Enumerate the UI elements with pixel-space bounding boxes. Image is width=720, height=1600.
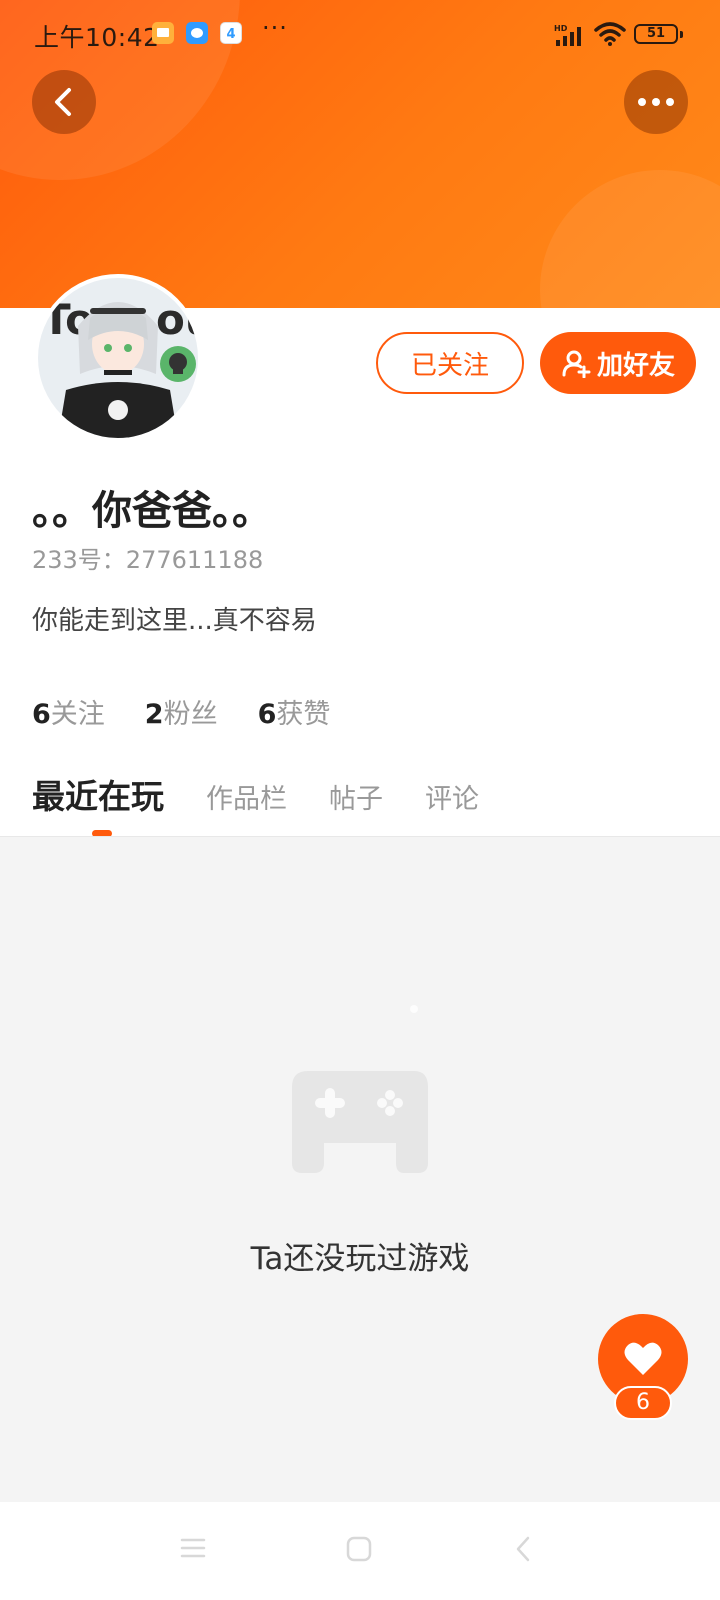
tab-recently-played[interactable]: 最近在玩 [32, 770, 164, 818]
gamepad-icon [292, 1005, 428, 1173]
stat-likes[interactable]: 6获赞 [258, 692, 331, 731]
back-button[interactable] [32, 70, 96, 134]
messages-icon [186, 22, 208, 44]
profile-tabs: 最近在玩 作品栏 帖子 评论 [32, 770, 521, 818]
stat-followers[interactable]: 2粉丝 [145, 692, 218, 731]
more-button[interactable] [624, 70, 688, 134]
calendar-icon: 4 [220, 22, 242, 44]
user-bio: 你能走到这里...真不容易 [32, 606, 317, 636]
following-button[interactable]: 已关注 [376, 332, 524, 394]
add-friend-label: 加好友 [596, 350, 675, 381]
system-nav-bar [0, 1502, 720, 1600]
status-bar: 上午10:42 4 ··· HD 51 [0, 0, 720, 66]
profile-stats: 6关注 2粉丝 6获赞 [32, 692, 330, 731]
like-count: 6 [614, 1386, 672, 1420]
banner-decoration [540, 170, 720, 308]
svg-text:HD: HD [554, 24, 568, 33]
chevron-left-icon [55, 88, 71, 116]
back-nav-icon[interactable] [514, 1536, 532, 1562]
wifi-icon [594, 22, 626, 46]
battery-icon: 51 [634, 24, 683, 44]
stat-number: 6 [32, 699, 51, 730]
add-friend-button[interactable]: 加好友 [540, 332, 696, 394]
menu-icon[interactable] [180, 1536, 206, 1560]
stat-label: 获赞 [276, 699, 331, 730]
gallery-icon [152, 22, 174, 44]
home-icon[interactable] [346, 1536, 372, 1562]
user-id: 233号：277611188 [32, 546, 264, 574]
stat-label: 粉丝 [163, 699, 218, 730]
more-dots-icon [638, 98, 674, 106]
username: 。。你爸爸。。 [32, 488, 272, 534]
tab-posts[interactable]: 帖子 [329, 777, 383, 816]
stat-following[interactable]: 6关注 [32, 692, 105, 731]
stat-label: 关注 [50, 699, 105, 730]
tab-comments[interactable]: 评论 [425, 777, 479, 816]
add-user-icon [562, 350, 591, 378]
status-time: 上午10:42 [34, 23, 160, 52]
avatar[interactable]: To ou [34, 274, 202, 442]
more-notifications-icon: ··· [262, 14, 288, 42]
stat-number: 2 [144, 699, 164, 730]
tab-content: Ta还没玩过游戏 [0, 836, 720, 1502]
heart-icon [624, 1342, 662, 1375]
empty-state-text: Ta还没玩过游戏 [250, 1241, 470, 1277]
stat-number: 6 [257, 699, 277, 730]
tab-works[interactable]: 作品栏 [206, 777, 287, 816]
signal-icon: HD [554, 24, 581, 46]
